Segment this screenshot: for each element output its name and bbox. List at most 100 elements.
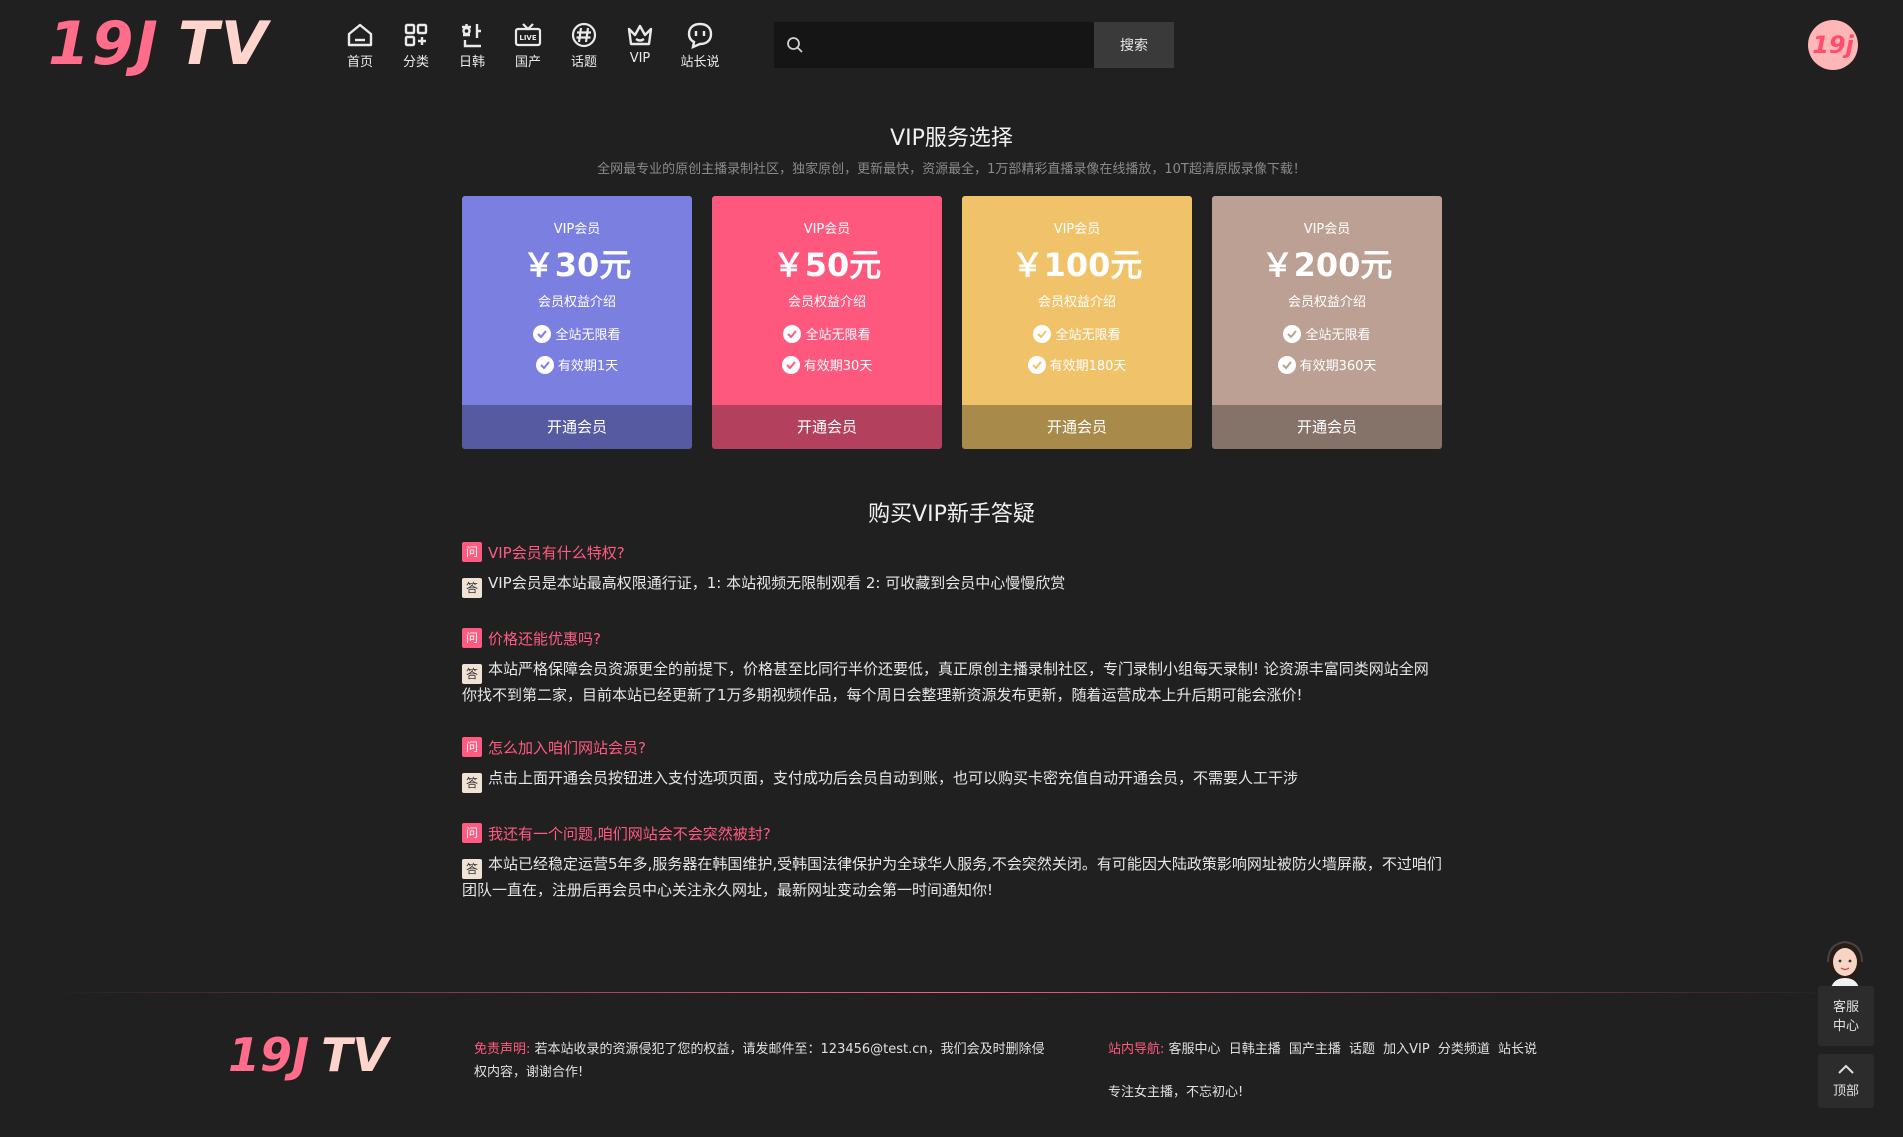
footer-link-webmaster[interactable]: 站长说 [1498, 1042, 1537, 1057]
disclaimer-label: 免责声明: [474, 1042, 531, 1057]
vip-card-100: VIP会员 ￥100元 会员权益介绍 全站无限看 有效期180天 开通会员 [962, 196, 1192, 449]
category-icon [404, 23, 428, 47]
footer-link-category[interactable]: 分类频道 [1438, 1042, 1490, 1057]
faq-item: 问怎么加入咱们网站会员? 答点击上面开通会员按钮进入支付选项页面，支付成功后会员… [462, 735, 1442, 793]
live-tv-icon: LIVE [514, 23, 542, 47]
answer-badge-icon: 答 [462, 859, 482, 879]
kefu-label-2: 中心 [1832, 1019, 1859, 1034]
footer-link-topic[interactable]: 话题 [1349, 1042, 1375, 1057]
nav-webmaster[interactable]: 站长说 [668, 20, 732, 70]
nav-label: 话题 [570, 55, 597, 70]
chat-bubble-icon [687, 22, 713, 50]
faq-question: 问我还有一个问题,咱们网站会不会突然被封? [462, 821, 1442, 845]
check-circle-icon [1283, 324, 1302, 343]
feature-text: 有效期180天 [1049, 359, 1127, 374]
logo-number: 19J [48, 9, 160, 79]
footer-link-domestic[interactable]: 国产主播 [1289, 1042, 1341, 1057]
footer-logo[interactable]: 19J TV [228, 1030, 388, 1080]
open-vip-button[interactable]: 开通会员 [962, 405, 1192, 449]
nav-label: 首页 [346, 55, 373, 70]
feature-text: 全站无限看 [805, 328, 871, 343]
nav-label: VIP [629, 51, 651, 66]
faq-answer: 答点击上面开通会员按钮进入支付选项页面，支付成功后会员自动到账，也可以购买卡密充… [462, 767, 1442, 793]
answer-text: VIP会员是本站最高权限通行证，1: 本站视频无限制观看 2: 可收藏到会员中心… [488, 574, 1066, 592]
card-price: ￥50元 [772, 246, 882, 284]
feature-text: 有效期30天 [803, 359, 873, 374]
search-box [774, 22, 1094, 68]
search-icon [787, 37, 803, 53]
answer-badge-icon: 答 [462, 664, 482, 684]
back-to-top-label: 顶部 [1832, 1084, 1859, 1099]
faq-answer: 答 VIP会员是本站最高权限通行证，1: 本站视频无限制观看 2: 可收藏到会员中… [462, 572, 1442, 598]
faq-item: 问价格还能优惠吗? 答本站严格保障会员资源更全的前提下，价格甚至比同行半价还要低… [462, 626, 1442, 707]
check-circle-icon [1027, 355, 1046, 374]
card-label: VIP会员 [803, 222, 851, 237]
question-text: 价格还能优惠吗? [488, 629, 601, 648]
vip-section-title: VIP服务选择 [890, 126, 1013, 151]
logo-number: 19J [228, 1028, 310, 1082]
nav-topic[interactable]: 话题 [556, 20, 612, 70]
search-button[interactable]: 搜索 [1094, 22, 1174, 68]
card-intro: 会员权益介绍 [787, 295, 866, 310]
card-label: VIP会员 [1303, 222, 1351, 237]
card-feature: 全站无限看 [462, 324, 692, 343]
footer-slogan: 专注女主播，不忘初心! [1108, 1085, 1244, 1100]
feature-text: 有效期1天 [557, 359, 619, 374]
hashtag-icon [571, 22, 597, 48]
card-feature: 全站无限看 [962, 324, 1192, 343]
faq-title: 购买VIP新手答疑 [868, 502, 1035, 527]
card-feature: 有效期360天 [1212, 355, 1442, 374]
header: 19J TV 首页 分类 日韩 LIVE 国产 话题 VIP 站长说 搜索 19… [0, 0, 1903, 92]
card-feature: 全站无限看 [1212, 324, 1442, 343]
nav-vip[interactable]: VIP [612, 20, 668, 70]
footer-link-service[interactable]: 客服中心 [1169, 1042, 1221, 1057]
faq-list: 问 VIP会员有什么特权? 答 VIP会员是本站最高权限通行证，1: 本站视频无限制… [462, 540, 1442, 930]
card-body: VIP会员 ￥200元 会员权益介绍 全站无限看 有效期360天 [1212, 196, 1442, 405]
open-vip-button[interactable]: 开通会员 [712, 405, 942, 449]
faq-item: 问 VIP会员有什么特权? 答 VIP会员是本站最高权限通行证，1: 本站视频无限制… [462, 540, 1442, 598]
nav-home[interactable]: 首页 [332, 20, 388, 70]
nav-domestic[interactable]: LIVE 国产 [500, 20, 556, 70]
card-feature: 有效期30天 [712, 355, 942, 374]
logo-tv: TV [321, 1028, 389, 1082]
home-icon [347, 23, 373, 47]
card-feature: 有效期1天 [462, 355, 692, 374]
vip-card-200: VIP会员 ￥200元 会员权益介绍 全站无限看 有效期360天 开通会员 [1212, 196, 1442, 449]
customer-service-button[interactable]: 客服 中心 [1818, 986, 1874, 1046]
answer-text: 本站已经稳定运营5年多,服务器在韩国维护,受韩国法律保护为全球华人服务,不会突然… [462, 855, 1442, 899]
main-nav: 首页 分类 日韩 LIVE 国产 话题 VIP 站长说 [332, 20, 732, 70]
footer-link-vip[interactable]: 加入VIP [1383, 1042, 1430, 1057]
disclaimer: 免责声明: 若本站收录的资源侵犯了您的权益，请发邮件至：123456@test.… [474, 1038, 1054, 1084]
check-circle-icon [781, 355, 800, 374]
feature-text: 全站无限看 [1305, 328, 1371, 343]
nav-category[interactable]: 分类 [388, 20, 444, 70]
vip-cards: VIP会员 ￥30元 会员权益介绍 全站无限看 有效期1天 开通会员 VIP会员… [462, 196, 1442, 449]
card-price: ￥200元 [1261, 246, 1393, 284]
search-input[interactable] [804, 22, 1094, 68]
customer-service-avatar-icon [1827, 940, 1863, 992]
answer-text: 点击上面开通会员按钮进入支付选项页面，支付成功后会员自动到账，也可以购买卡密充值… [488, 769, 1299, 787]
question-badge-icon: 问 [462, 737, 482, 757]
crown-icon [627, 24, 653, 46]
footer-link-jk[interactable]: 日韩主播 [1229, 1042, 1281, 1057]
card-price: ￥30元 [522, 246, 632, 284]
search-bar: 搜索 [774, 22, 1174, 68]
open-vip-button[interactable]: 开通会员 [1212, 405, 1442, 449]
site-logo[interactable]: 19J TV [48, 14, 269, 74]
answer-badge-icon: 答 [462, 578, 482, 598]
card-body: VIP会员 ￥100元 会员权益介绍 全站无限看 有效期180天 [962, 196, 1192, 405]
back-to-top-button[interactable]: 顶部 [1818, 1054, 1874, 1108]
card-label: VIP会员 [1053, 222, 1101, 237]
card-feature: 有效期180天 [962, 355, 1192, 374]
avatar[interactable]: 19j [1808, 20, 1858, 70]
footer-divider [48, 992, 1848, 993]
faq-item: 问我还有一个问题,咱们网站会不会突然被封? 答本站已经稳定运营5年多,服务器在韩… [462, 821, 1442, 902]
card-body: VIP会员 ￥30元 会员权益介绍 全站无限看 有效期1天 [462, 196, 692, 405]
nav-label: 国产 [514, 55, 541, 70]
question-badge-icon: 问 [462, 628, 482, 648]
open-vip-button[interactable]: 开通会员 [462, 405, 692, 449]
nav-japan-korea[interactable]: 日韩 [444, 20, 500, 70]
nav-label: 站长说 [680, 55, 720, 70]
card-intro: 会员权益介绍 [1287, 295, 1366, 310]
feature-text: 全站无限看 [1055, 328, 1121, 343]
